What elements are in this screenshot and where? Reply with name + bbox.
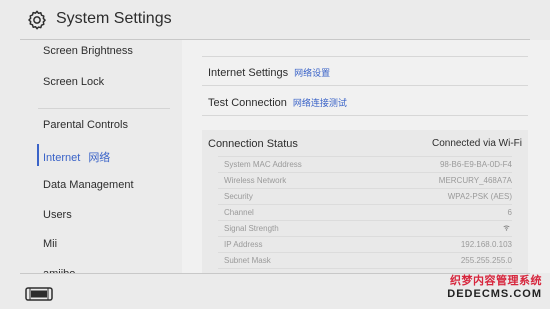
sidebar-item-screen-brightness[interactable]: Screen Brightness — [43, 45, 133, 57]
sidebar-item-mii[interactable]: Mii — [43, 238, 57, 250]
console-icon — [25, 287, 53, 301]
internet-settings-button[interactable]: Internet Settings 网络设置 — [208, 66, 330, 79]
page-title: System Settings — [56, 10, 172, 27]
detail-row-subnet-mask: Subnet Mask 255.255.255.0 — [218, 252, 512, 268]
detail-value: 98-B6-E9-BA-0D-F4 — [439, 160, 512, 169]
sidebar-item-parental-controls[interactable]: Parental Controls — [43, 119, 128, 131]
watermark-line-1: 织梦内容管理系统 — [450, 275, 542, 287]
connection-status-value: Connected via Wi-Fi — [431, 138, 522, 149]
detail-key: Security — [224, 192, 253, 201]
header-bar: System Settings — [0, 0, 550, 40]
detail-row-security: Security WPA2-PSK (AES) — [218, 188, 512, 204]
internet-settings-label: Internet Settings — [208, 67, 289, 79]
connection-status-label: Connection Status — [208, 138, 298, 150]
sidebar: Screen Brightness Screen Lock Parental C… — [0, 40, 182, 273]
sidebar-item-label: Data Management — [43, 179, 134, 191]
detail-key: Subnet Mask — [224, 256, 271, 265]
detail-key: Signal Strength — [224, 224, 279, 233]
detail-value: 192.168.0.103 — [460, 240, 512, 249]
test-connection-button[interactable]: Test Connection 网络连接测试 — [208, 96, 347, 109]
detail-key: System MAC Address — [224, 160, 302, 169]
sidebar-item-data-management[interactable]: Data Management — [43, 179, 134, 191]
sidebar-item-screen-lock[interactable]: Screen Lock — [43, 76, 104, 88]
detail-value: MERCURY_468A7A — [438, 176, 512, 185]
content-divider — [202, 85, 528, 86]
test-connection-label: Test Connection — [208, 97, 287, 109]
sidebar-divider — [38, 108, 170, 109]
content-divider — [202, 56, 528, 57]
detail-value: 255.255.255.0 — [460, 256, 512, 265]
detail-row-wireless-network: Wireless Network MERCURY_468A7A — [218, 172, 512, 188]
detail-key: Wireless Network — [224, 176, 287, 185]
gear-icon — [28, 10, 46, 30]
selection-indicator — [37, 144, 39, 166]
sidebar-item-label: Screen Lock — [43, 76, 105, 88]
sidebar-item-users[interactable]: Users — [43, 209, 72, 221]
watermark-line-2: DEDECMS.COM — [447, 288, 542, 300]
sidebar-item-internet[interactable]: Internet 网络 — [43, 149, 110, 165]
sidebar-item-label: Mii — [43, 238, 58, 250]
watermark: 织梦内容管理系统 DEDECMS.COM — [447, 272, 542, 300]
sidebar-item-label: Users — [43, 209, 72, 221]
detail-row-signal-strength: Signal Strength — [218, 220, 512, 236]
sidebar-item-label: Screen Brightness — [43, 45, 133, 57]
sidebar-item-label-cn: 网络 — [88, 152, 111, 164]
test-connection-label-cn: 网络连接测试 — [292, 98, 347, 108]
sidebar-item-label: Parental Controls — [43, 119, 128, 131]
detail-value: WPA2-PSK (AES) — [447, 192, 512, 201]
internet-settings-label-cn: 网络设置 — [294, 68, 331, 78]
detail-row-channel: Channel 6 — [218, 204, 512, 220]
detail-row-ip-address: IP Address 192.168.0.103 — [218, 236, 512, 252]
content-panel: Internet Settings 网络设置 Test Connection 网络连… — [182, 40, 550, 273]
connection-status-panel[interactable]: Connection Status Connected via Wi-Fi Sy… — [202, 130, 528, 273]
wifi-signal-icon — [503, 225, 510, 231]
content-divider — [202, 115, 528, 116]
detail-key: Channel — [224, 208, 254, 217]
detail-key: IP Address — [224, 240, 263, 249]
sidebar-item-label: Internet — [43, 152, 81, 164]
detail-row-mac: System MAC Address 98-B6-E9-BA-0D-F4 — [218, 156, 512, 172]
detail-value: 6 — [507, 208, 512, 217]
